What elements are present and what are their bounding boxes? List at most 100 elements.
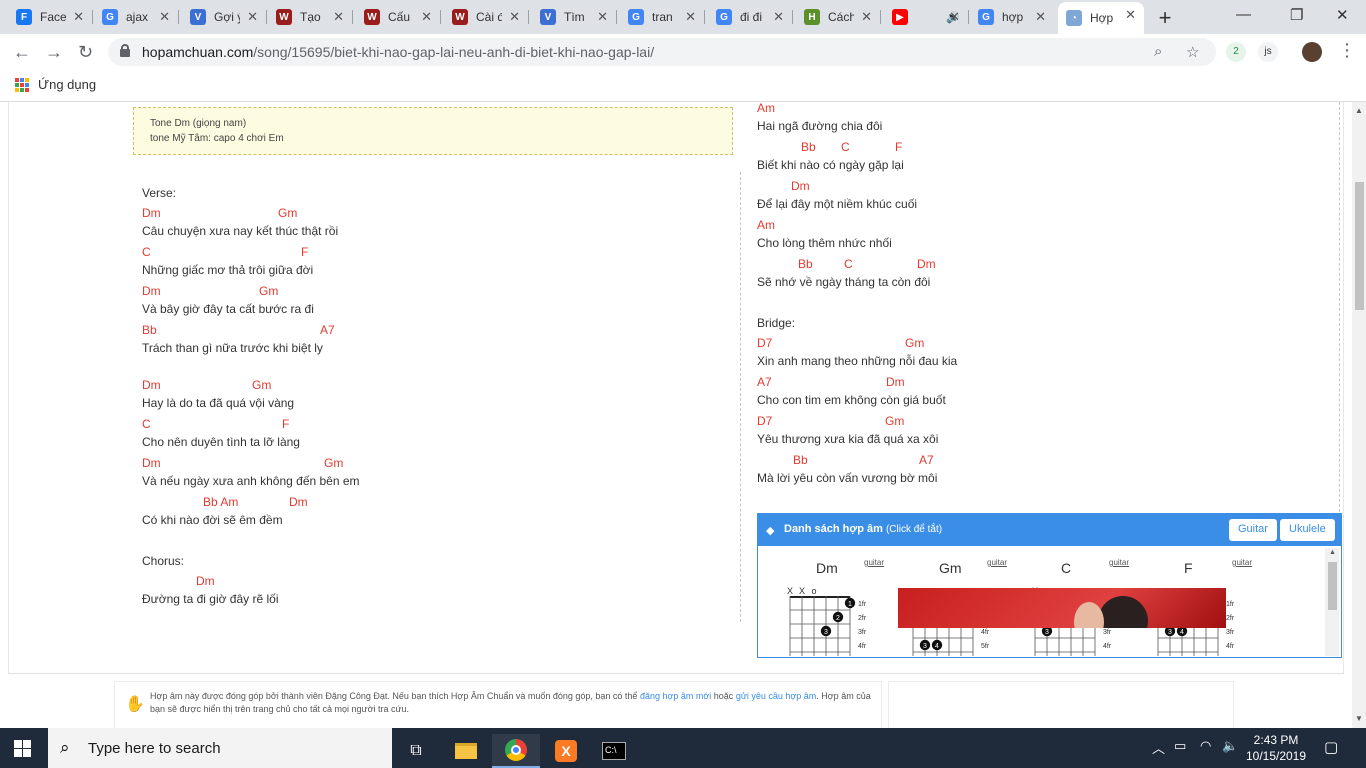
reload-button[interactable]: ↻ [78,42,93,63]
tab-close-icon[interactable]: ✕ [949,9,960,25]
address-bar[interactable]: hopamchuan.com/song/15695/biet-khi-nao-g… [108,38,1216,66]
lyric-chord[interactable]: C [844,257,853,272]
taskbar-search[interactable]: ⌕ Type here to search [48,728,392,768]
guitar-button[interactable]: Guitar [1229,519,1277,541]
lyric-chord[interactable]: Am [757,102,775,116]
guitar-link[interactable]: guitar [864,558,884,567]
browser-tab[interactable]: V Tìm ✕ [532,4,617,30]
lyric-chord[interactable]: Bb [798,257,813,272]
close-window-button[interactable]: ✕ [1336,6,1349,24]
lyric-chord[interactable]: A7 [919,453,934,468]
terminal-icon[interactable]: C:\ [590,734,638,768]
guitar-link[interactable]: guitar [1109,558,1129,567]
lyric-chord[interactable]: Dm [917,257,936,272]
lyric-chord[interactable]: Dm [142,284,161,299]
taskbar-clock[interactable]: 2:43 PM 10/15/2019 [1244,732,1308,764]
lyric-chord[interactable]: Gm [324,456,343,471]
scroll-down-arrow[interactable]: ▼ [1355,714,1363,723]
lyric-chord[interactable]: C [142,417,151,432]
url-text[interactable]: hopamchuan.com/song/15695/biet-khi-nao-g… [142,44,654,60]
lyric-chord[interactable]: Bb [801,140,816,155]
page-scroll-thumb[interactable] [1355,182,1364,310]
ukulele-button[interactable]: Ukulele [1280,519,1335,541]
post-chord-link[interactable]: đăng hợp âm mới [640,691,711,701]
browser-tab[interactable]: F Face ✕ [8,4,93,30]
scroll-up-arrow[interactable]: ▲ [1329,549,1336,556]
request-chord-link[interactable]: gửi yêu cầu hợp âm [736,691,816,701]
menu-kebab-icon[interactable]: ⋮ [1338,40,1356,61]
tab-close-icon[interactable]: ✕ [861,9,872,25]
chord-diagram-card[interactable]: Dm guitar X Xo 1fr 2fr 3fr 4fr 1 2 3 [778,554,898,658]
xampp-icon[interactable]: X [542,734,590,768]
apps-grid-icon[interactable] [15,78,29,92]
tab-close-icon[interactable]: ✕ [1035,9,1046,25]
browser-tab[interactable]: Gđi đi ✕ [708,4,793,30]
browser-tab[interactable]: V Gợi ý ✕ [182,4,267,30]
lyric-chord[interactable]: Gm [278,206,297,221]
lyric-chord[interactable]: Dm [142,378,161,393]
tab-close-icon[interactable]: ✕ [509,9,520,25]
extension-js-icon[interactable]: js [1258,42,1278,62]
zoom-icon[interactable]: ⌕ [1154,43,1162,60]
browser-tab[interactable]: ◔ Hợp ✕ [1058,2,1144,34]
scroll-up-arrow[interactable]: ▲ [1355,106,1363,115]
apps-bookmark[interactable]: Ứng dụng [38,77,96,92]
battery-icon[interactable]: ▭ [1174,738,1186,754]
browser-tab[interactable]: H Cách ✕ [796,4,881,30]
lyric-chord[interactable]: Bb [142,323,157,338]
lyric-chord[interactable]: Gm [885,414,904,429]
lyric-chord[interactable]: Gm [252,378,271,393]
lyric-chord[interactable]: F [895,140,902,155]
lyric-chord[interactable]: D7 [757,414,772,429]
lyric-chord[interactable]: A7 [757,375,772,390]
browser-tab[interactable]: W Tạo ✕ [268,4,353,30]
windows-start-icon[interactable] [14,740,31,757]
lyric-chord[interactable]: Dm [196,574,215,589]
lyric-chord[interactable]: F [301,245,308,260]
lyric-chord[interactable]: C [142,245,151,260]
tab-close-icon[interactable]: ✕ [773,9,784,25]
lyric-chord[interactable]: Dm [142,456,161,471]
lyric-chord[interactable]: F [282,417,289,432]
lyric-chord[interactable]: D7 [757,336,772,351]
tab-close-icon[interactable]: ✕ [685,9,696,25]
file-explorer-icon[interactable] [442,734,490,768]
chord-list-header[interactable]: ◆ Danh sách hợp âm (Click để tắt) Guitar… [758,514,1341,546]
tab-close-icon[interactable]: ✕ [333,9,344,25]
lyric-chord[interactable]: Gm [905,336,924,351]
chord-list-title[interactable]: Danh sách hợp âm (Click để tắt) [784,523,942,535]
tab-close-icon[interactable]: ✕ [247,9,258,25]
lyric-chord[interactable]: A7 [320,323,335,338]
browser-tab[interactable]: Ghợp ✕ [970,4,1054,30]
lyric-chord[interactable]: Bb [793,453,808,468]
tab-close-icon[interactable]: ✕ [421,9,432,25]
task-view-icon[interactable]: ⧉ [392,734,440,768]
lyric-chord[interactable]: Bb Am [203,495,238,510]
guitar-link[interactable]: guitar [1232,558,1252,567]
extension-shield-icon[interactable]: 2 [1226,42,1246,62]
chrome-icon[interactable] [492,734,540,768]
lyric-chord[interactable]: Dm [289,495,308,510]
browser-tab[interactable]: Gtran ✕ [620,4,705,30]
lyric-chord[interactable]: Gm [259,284,278,299]
tab-close-icon[interactable]: ✕ [159,9,170,25]
tab-close-icon[interactable]: ✕ [1125,7,1136,23]
new-tab-button[interactable]: + [1154,5,1176,31]
lyric-chord[interactable]: Dm [142,206,161,221]
browser-tab[interactable]: ▶ 🔊 ✕ [884,4,969,30]
volume-icon[interactable]: 🔈 [1222,738,1238,754]
chord-list-scroll-thumb[interactable] [1328,562,1337,610]
notifications-icon[interactable]: ▢ [1324,738,1338,756]
chord-list-scrollbar[interactable]: ▲ [1325,548,1339,656]
minimize-button[interactable]: — [1236,6,1251,23]
lyric-chord[interactable]: Dm [886,375,905,390]
tray-chevron-icon[interactable]: ︿ [1152,738,1165,757]
browser-tab[interactable]: W Cài đ ✕ [444,4,529,30]
forward-button[interactable]: → [45,42,63,63]
profile-avatar[interactable] [1302,42,1322,62]
browser-tab[interactable]: Gajax ✕ [94,4,179,30]
browser-tab[interactable]: W Cấu ✕ [356,4,441,30]
lyric-chord[interactable]: C [841,140,850,155]
star-icon[interactable]: ☆ [1186,43,1199,61]
tab-close-icon[interactable]: ✕ [597,9,608,25]
